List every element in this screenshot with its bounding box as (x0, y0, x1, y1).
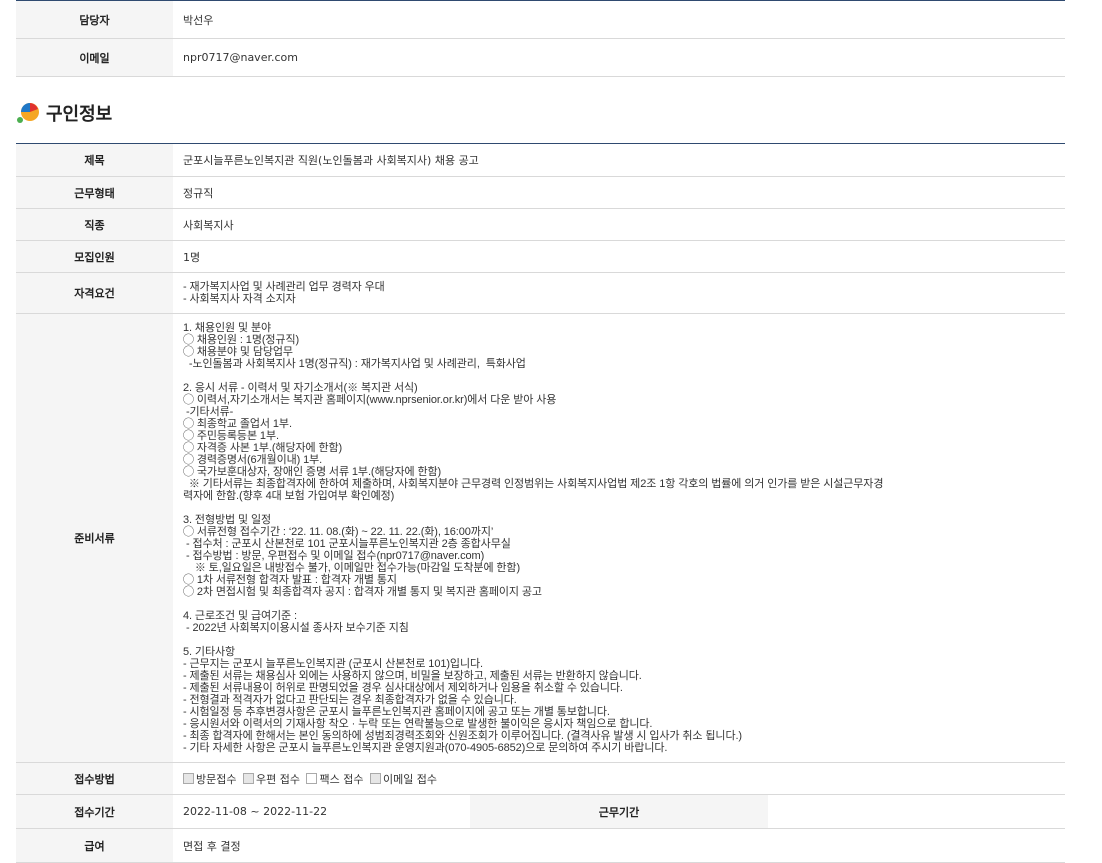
method-fax-label: 팩스 접수 (319, 772, 364, 786)
table-row: 모집인원 1명 (16, 240, 1065, 273)
qualification-cell: - 재가복지사업 및 사례관리 업무 경력자 우대 - 사회복지사 자격 소지자 (173, 272, 1065, 314)
qualification-label: 자격요건 (16, 272, 173, 314)
section-title: 구인정보 (46, 104, 113, 125)
count-value: 1명 (173, 240, 1065, 273)
period-label: 접수기간 (16, 794, 173, 829)
table-row: 급여 면접 후 결정 (16, 828, 1065, 863)
occupation-value: 사회복지사 (173, 208, 1065, 241)
documents-label: 준비서류 (16, 313, 173, 763)
method-email-label: 이메일 접수 (382, 772, 438, 786)
table-row: 접수기간 2022-11-08 ~ 2022-11-22 근무기간 (16, 794, 1065, 829)
section-header: 구인정보 (16, 98, 112, 128)
page: 담당자 박선우 이메일 npr0717@naver.com 구인정보 제목 군포… (0, 0, 1102, 863)
title-value: 군포시늘푸른노인복지관 직원(노인돌봄과 사회복지사) 채용 공고 (173, 143, 1065, 177)
table-row: 자격요건 - 재가복지사업 및 사례관리 업무 경력자 우대 - 사회복지사 자… (16, 272, 1065, 314)
contact-table: 담당자 박선우 이메일 npr0717@naver.com (16, 0, 1065, 77)
email-label: 이메일 (16, 38, 173, 77)
salary-value: 면접 후 결정 (173, 828, 1065, 863)
method-mail[interactable]: 우편 접수 (242, 772, 300, 786)
work-period-value (767, 794, 1065, 829)
email-value: npr0717@naver.com (173, 38, 1065, 77)
table-row: 담당자 박선우 (16, 0, 1065, 39)
method-label: 접수방법 (16, 762, 173, 795)
method-email[interactable]: 이메일 접수 (369, 772, 438, 786)
qualification-value: - 재가복지사업 및 사례관리 업무 경력자 우대 - 사회복지사 자격 소지자 (183, 281, 385, 305)
method-options: 방문접수 우편 접수 팩스 접수 이메일 접수 (173, 762, 1065, 795)
checkbox-email[interactable] (369, 772, 381, 784)
table-row: 접수방법 방문접수 우편 접수 팩스 접수 이메일 접수 (16, 762, 1065, 795)
method-fax[interactable]: 팩스 접수 (306, 772, 364, 786)
method-visit[interactable]: 방문접수 (183, 772, 237, 786)
period-value: 2022-11-08 ~ 2022-11-22 (173, 794, 471, 829)
occupation-label: 직종 (16, 208, 173, 241)
section-icon (16, 101, 40, 125)
salary-label: 급여 (16, 828, 173, 863)
checkbox-mail[interactable] (242, 772, 254, 784)
method-visit-label: 방문접수 (196, 772, 237, 786)
job-info-table: 제목 군포시늘푸른노인복지관 직원(노인돌봄과 사회복지사) 채용 공고 근무형… (16, 143, 1065, 863)
table-row: 근무형태 정규직 (16, 176, 1065, 209)
documents-cell: 1. 채용인원 및 분야 ◯ 채용인원 : 1명(정규직) ◯ 채용분야 및 담… (173, 313, 1065, 763)
checkbox-fax[interactable] (306, 772, 318, 784)
count-label: 모집인원 (16, 240, 173, 273)
documents-value: 1. 채용인원 및 분야 ◯ 채용인원 : 1명(정규직) ◯ 채용분야 및 담… (183, 322, 884, 754)
type-value: 정규직 (173, 176, 1065, 209)
checkbox-visit[interactable] (183, 772, 194, 784)
manager-value: 박선우 (173, 0, 1065, 39)
table-row: 직종 사회복지사 (16, 208, 1065, 241)
title-label: 제목 (16, 143, 173, 177)
table-row: 준비서류 1. 채용인원 및 분야 ◯ 채용인원 : 1명(정규직) ◯ 채용분… (16, 313, 1065, 763)
table-row: 이메일 npr0717@naver.com (16, 38, 1065, 77)
manager-label: 담당자 (16, 0, 173, 39)
table-row: 제목 군포시늘푸른노인복지관 직원(노인돌봄과 사회복지사) 채용 공고 (16, 143, 1065, 177)
method-mail-label: 우편 접수 (255, 772, 300, 786)
work-period-label: 근무기간 (470, 794, 768, 829)
type-label: 근무형태 (16, 176, 173, 209)
